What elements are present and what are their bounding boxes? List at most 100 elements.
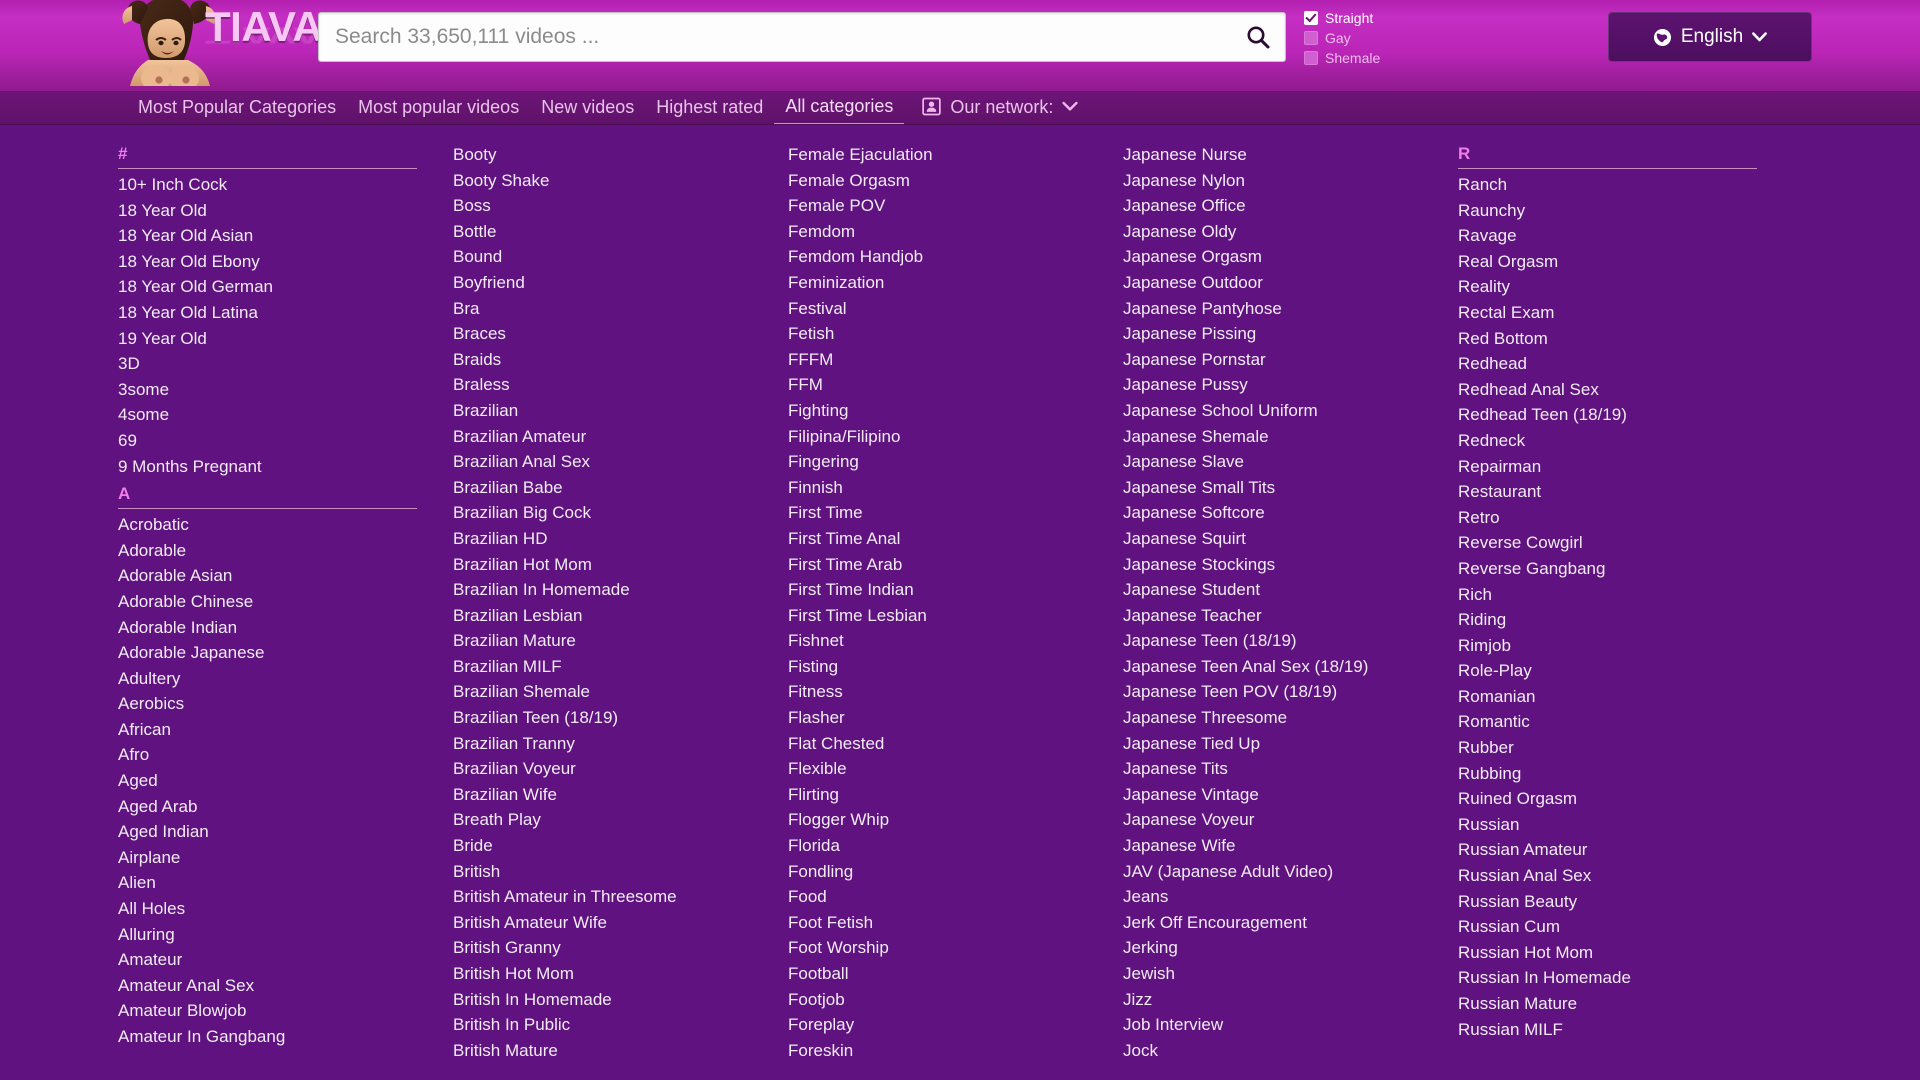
- category-link[interactable]: Brazilian Wife: [453, 782, 752, 808]
- category-link[interactable]: Jewish: [1123, 961, 1422, 987]
- category-link[interactable]: Romantic: [1458, 709, 1757, 735]
- category-link[interactable]: Aged: [118, 768, 417, 794]
- category-link[interactable]: Russian MILF: [1458, 1017, 1757, 1043]
- category-link[interactable]: Afro: [118, 742, 417, 768]
- category-link[interactable]: First Time Indian: [788, 577, 1087, 603]
- category-link[interactable]: Adorable Indian: [118, 615, 417, 641]
- category-link[interactable]: British: [453, 859, 752, 885]
- category-link[interactable]: Japanese Student: [1123, 577, 1422, 603]
- category-link[interactable]: Rectal Exam: [1458, 300, 1757, 326]
- checkbox-straight-icon[interactable]: [1304, 11, 1318, 25]
- category-link[interactable]: British Mature: [453, 1038, 752, 1064]
- category-link[interactable]: Brazilian Teen (18/19): [453, 705, 752, 731]
- category-link[interactable]: Rubbing: [1458, 761, 1757, 787]
- category-link[interactable]: Russian Anal Sex: [1458, 863, 1757, 889]
- category-link[interactable]: Brazilian Tranny: [453, 731, 752, 757]
- category-link[interactable]: Brazilian Voyeur: [453, 756, 752, 782]
- category-link[interactable]: Filipina/Filipino: [788, 424, 1087, 450]
- category-link[interactable]: Feminization: [788, 270, 1087, 296]
- category-link[interactable]: Russian In Homemade: [1458, 965, 1757, 991]
- category-link[interactable]: Japanese Stockings: [1123, 552, 1422, 578]
- search-box[interactable]: [318, 12, 1286, 62]
- checkbox-gay-icon[interactable]: [1304, 31, 1318, 45]
- nav-item-new-videos[interactable]: New videos: [530, 93, 645, 124]
- category-link[interactable]: Japanese Pornstar: [1123, 347, 1422, 373]
- category-link[interactable]: Alien: [118, 870, 417, 896]
- category-link[interactable]: FFFM: [788, 347, 1087, 373]
- search-input[interactable]: [335, 25, 1231, 49]
- category-link[interactable]: Japanese Vintage: [1123, 782, 1422, 808]
- category-link[interactable]: 18 Year Old: [118, 198, 417, 224]
- category-link[interactable]: Jeans: [1123, 884, 1422, 910]
- category-link[interactable]: Amateur In Gangbang: [118, 1024, 417, 1050]
- category-link[interactable]: Brazilian Hot Mom: [453, 552, 752, 578]
- category-link[interactable]: Japanese Oldy: [1123, 219, 1422, 245]
- category-link[interactable]: Reverse Cowgirl: [1458, 530, 1757, 556]
- category-link[interactable]: 9 Months Pregnant: [118, 454, 417, 480]
- category-link[interactable]: First Time Lesbian: [788, 603, 1087, 629]
- category-link[interactable]: Finnish: [788, 475, 1087, 501]
- category-link[interactable]: 3some: [118, 377, 417, 403]
- category-link[interactable]: Japanese Teen (18/19): [1123, 628, 1422, 654]
- category-link[interactable]: British Amateur in Threesome: [453, 884, 752, 910]
- category-link[interactable]: Red Bottom: [1458, 326, 1757, 352]
- category-link[interactable]: Aged Arab: [118, 794, 417, 820]
- category-link[interactable]: Rubber: [1458, 735, 1757, 761]
- category-link[interactable]: Brazilian HD: [453, 526, 752, 552]
- category-link[interactable]: Jock: [1123, 1038, 1422, 1064]
- category-link[interactable]: Femdom: [788, 219, 1087, 245]
- category-link[interactable]: Brazilian Anal Sex: [453, 449, 752, 475]
- category-link[interactable]: Russian Amateur: [1458, 837, 1757, 863]
- category-link[interactable]: Adultery: [118, 666, 417, 692]
- category-link[interactable]: Romanian: [1458, 684, 1757, 710]
- category-link[interactable]: 18 Year Old Latina: [118, 300, 417, 326]
- category-link[interactable]: Aged Indian: [118, 819, 417, 845]
- category-link[interactable]: Role-Play: [1458, 658, 1757, 684]
- category-link[interactable]: Japanese Outdoor: [1123, 270, 1422, 296]
- nav-item-most-popular-categories[interactable]: Most Popular Categories: [127, 93, 347, 124]
- category-link[interactable]: African: [118, 717, 417, 743]
- category-link[interactable]: Brazilian Mature: [453, 628, 752, 654]
- category-link[interactable]: Japanese Teacher: [1123, 603, 1422, 629]
- category-link[interactable]: Braces: [453, 321, 752, 347]
- category-link[interactable]: All Holes: [118, 896, 417, 922]
- category-link[interactable]: Airplane: [118, 845, 417, 871]
- category-link[interactable]: Bra: [453, 296, 752, 322]
- category-link[interactable]: Brazilian Big Cock: [453, 500, 752, 526]
- category-link[interactable]: Flirting: [788, 782, 1087, 808]
- category-link[interactable]: Russian Beauty: [1458, 889, 1757, 915]
- category-link[interactable]: First Time: [788, 500, 1087, 526]
- category-link[interactable]: Foreplay: [788, 1012, 1087, 1038]
- category-link[interactable]: Russian Cum: [1458, 914, 1757, 940]
- category-link[interactable]: Alluring: [118, 922, 417, 948]
- category-link[interactable]: Japanese Office: [1123, 193, 1422, 219]
- category-link[interactable]: Repairman: [1458, 454, 1757, 480]
- category-link[interactable]: Foreskin: [788, 1038, 1087, 1064]
- category-link[interactable]: Redneck: [1458, 428, 1757, 454]
- category-link[interactable]: Bride: [453, 833, 752, 859]
- category-link[interactable]: British Granny: [453, 935, 752, 961]
- category-link[interactable]: Fishnet: [788, 628, 1087, 654]
- category-link[interactable]: JAV (Japanese Adult Video): [1123, 859, 1422, 885]
- category-link[interactable]: Fetish: [788, 321, 1087, 347]
- category-link[interactable]: Bound: [453, 244, 752, 270]
- category-link[interactable]: Russian: [1458, 812, 1757, 838]
- category-link[interactable]: Brazilian In Homemade: [453, 577, 752, 603]
- category-link[interactable]: Brazilian Babe: [453, 475, 752, 501]
- category-link[interactable]: Japanese Nurse: [1123, 142, 1422, 168]
- category-link[interactable]: Jizz: [1123, 987, 1422, 1013]
- orientation-option-gay[interactable]: Gay: [1304, 28, 1380, 47]
- category-link[interactable]: 10+ Inch Cock: [118, 172, 417, 198]
- category-link[interactable]: Fighting: [788, 398, 1087, 424]
- category-link[interactable]: Footjob: [788, 987, 1087, 1013]
- category-link[interactable]: Reality: [1458, 274, 1757, 300]
- category-link[interactable]: Booty: [453, 142, 752, 168]
- category-link[interactable]: Female Ejaculation: [788, 142, 1087, 168]
- category-link[interactable]: Japanese Pissing: [1123, 321, 1422, 347]
- category-link[interactable]: Adorable: [118, 538, 417, 564]
- category-link[interactable]: Brazilian MILF: [453, 654, 752, 680]
- category-link[interactable]: Femdom Handjob: [788, 244, 1087, 270]
- category-link[interactable]: Fondling: [788, 859, 1087, 885]
- category-link[interactable]: Amateur Anal Sex: [118, 973, 417, 999]
- category-link[interactable]: Brazilian Amateur: [453, 424, 752, 450]
